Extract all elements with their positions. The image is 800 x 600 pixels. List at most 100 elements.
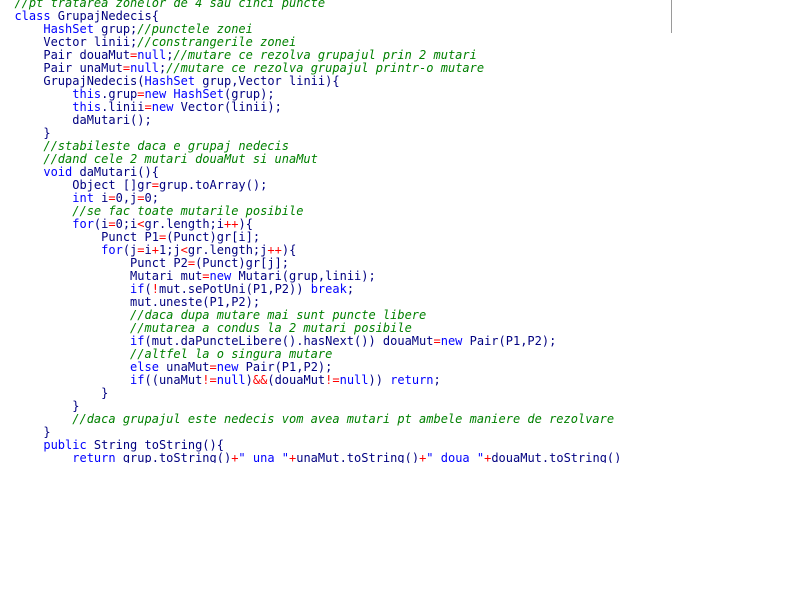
code-token: class — [0, 9, 51, 23]
code-token: != — [325, 373, 340, 387]
code-token: = — [137, 243, 145, 257]
code-token: ++ — [267, 243, 282, 257]
code-token: //stabileste daca e grupaj nedecis — [0, 139, 289, 153]
code-token: } — [0, 386, 109, 400]
code-token: .grup — [101, 87, 138, 101]
code-line[interactable]: } — [0, 387, 621, 400]
code-token: Object []gr — [0, 178, 152, 192]
code-token: Punct P1 — [0, 230, 159, 244]
code-token: (douaMut — [267, 373, 326, 387]
code-token: (mut.daPuncteLibere().hasNext()) douaMut — [144, 334, 434, 348]
code-token: ! — [151, 282, 159, 296]
code-token: Pair(P1,P2); — [238, 360, 333, 374]
code-token: ++ — [224, 217, 239, 231]
code-token: GrupajNedecis{ — [50, 9, 159, 23]
code-token: if — [0, 334, 145, 348]
code-token: && — [252, 373, 268, 387]
code-token: 0,j — [115, 191, 138, 205]
code-token: 0; — [144, 191, 159, 205]
code-token: Pair(P1,P2); — [462, 334, 557, 348]
code-token: //mutare ce rezolva grupajul prin 2 muta… — [173, 48, 477, 62]
code-token: //mutare ce rezolva grupajul printr-o mu… — [166, 61, 485, 75]
code-line[interactable]: return grup.toString()+" una "+unaMut.to… — [0, 451, 622, 464]
code-token: //dand cele 2 mutari douaMut si unaMut — [0, 152, 318, 166]
code-token: int — [0, 191, 94, 205]
code-token: " doua " — [426, 451, 485, 464]
code-token: new — [144, 87, 167, 101]
code-token: " una " — [238, 451, 289, 464]
code-token: GrupajNedecis( — [0, 74, 145, 88]
code-token: grup; — [93, 22, 138, 36]
code-token: this — [0, 100, 102, 114]
code-token: new — [151, 100, 174, 114]
code-token: (Punct)gr[i]; — [166, 230, 261, 244]
code-token: = — [144, 100, 152, 114]
code-token: != — [202, 373, 217, 387]
code-token: } — [0, 399, 80, 413]
code-token: ){ — [238, 217, 253, 231]
code-token: ; — [433, 373, 441, 387]
code-token: break — [310, 282, 347, 296]
code-token: mut.sePotUni(P1,P2)) — [158, 282, 311, 296]
code-token: grup.toString() — [115, 451, 232, 464]
code-token: 1;j — [158, 243, 181, 257]
code-line[interactable]: daMutari(); — [0, 114, 621, 127]
code-token: = — [151, 178, 159, 192]
code-token: if — [0, 373, 145, 387]
code-token: //constrangerile zonei — [137, 35, 297, 49]
code-token: 0;i — [115, 217, 138, 231]
code-token: return — [390, 373, 434, 387]
code-line[interactable]: //daca grupajul este nedecis vom avea mu… — [0, 413, 621, 426]
code-token: public — [0, 438, 87, 452]
code-token: //altfel la o singura mutare — [0, 347, 333, 361]
code-token: grup.toArray(); — [158, 178, 268, 192]
code-token: HashSet — [166, 87, 224, 101]
code-token: = — [202, 269, 210, 283]
editor-margin-line — [671, 0, 672, 33]
code-token: return — [0, 451, 116, 464]
code-token: = — [108, 191, 116, 205]
code-token: Pair unaMut — [0, 61, 123, 75]
code-token: else — [0, 360, 159, 374]
code-token: } — [0, 425, 51, 439]
code-token: this — [0, 87, 102, 101]
code-token: //mutarea a condus la 2 mutari posibile — [0, 321, 412, 335]
code-token: + — [151, 243, 159, 257]
code-token: gr.length;j — [187, 243, 268, 257]
code-token: if — [0, 282, 145, 296]
code-token: //se fac toate mutarile posibile — [0, 204, 304, 218]
code-token: void — [0, 165, 73, 179]
code-token: //daca grupajul este nedecis vom avea mu… — [0, 412, 615, 426]
code-editor[interactable]: //pt tratarea zonelor de 4 sau cinci pun… — [0, 0, 672, 463]
code-token: douaMut.toString() — [491, 451, 622, 464]
code-token: mut.uneste(P1,P2); — [0, 295, 261, 309]
code-token: (grup); — [224, 87, 275, 101]
code-token: for — [0, 217, 94, 231]
code-token: ) — [245, 373, 253, 387]
code-token: null — [130, 61, 159, 75]
code-token: gr.length;i — [144, 217, 225, 231]
code-token: < — [137, 217, 145, 231]
code-token: Vector(linii); — [173, 100, 282, 114]
code-token: null — [216, 373, 246, 387]
code-token: Mutari(grup,linii); — [231, 269, 376, 283]
code-token: grup,Vector linii){ — [195, 74, 340, 88]
code-token: null — [137, 48, 167, 62]
code-token: Punct P2 — [0, 256, 188, 270]
code-token: = — [209, 360, 217, 374]
code-token: )) — [368, 373, 391, 387]
code-token: < — [180, 243, 188, 257]
code-token: daMutari(){ — [72, 165, 159, 179]
code-token: = — [187, 256, 196, 270]
code-token: ){ — [281, 243, 297, 257]
code-token: (j — [122, 243, 138, 257]
code-token: for — [0, 243, 123, 257]
code-token: HashSet — [0, 22, 94, 36]
code-content[interactable]: //pt tratarea zonelor de 4 sau cinci pun… — [0, 0, 621, 463]
code-token: //punctele zonei — [137, 22, 253, 36]
code-token: (i — [93, 217, 109, 231]
code-token: ; — [346, 282, 355, 296]
code-token: new — [440, 334, 463, 348]
code-token: null — [339, 373, 369, 387]
code-token: unaMut.toString() — [296, 451, 420, 464]
